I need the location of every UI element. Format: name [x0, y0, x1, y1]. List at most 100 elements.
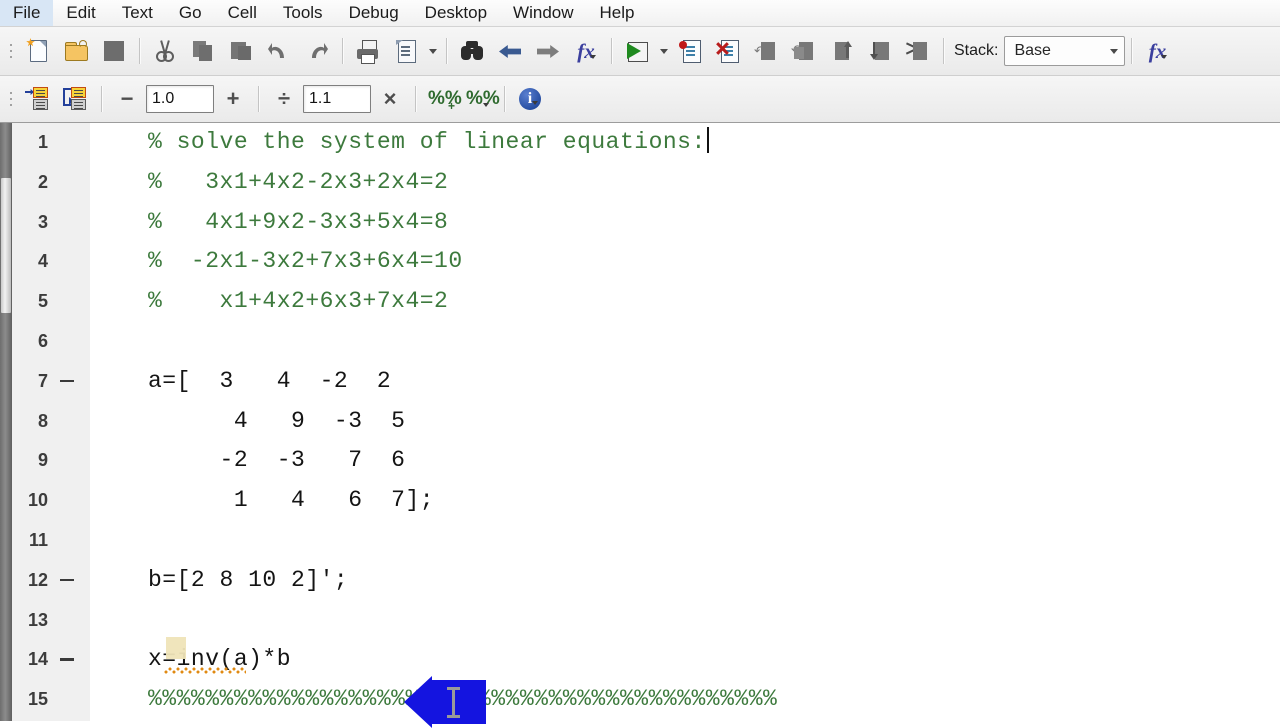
increment-value-button[interactable]: +	[214, 80, 252, 118]
cut-button[interactable]	[146, 32, 184, 70]
gutter-line: 2	[12, 163, 90, 203]
gutter-line: 8	[12, 402, 90, 442]
menu-item-cell[interactable]: Cell	[215, 0, 270, 26]
line-number: 4	[38, 242, 48, 282]
toolbar-separator	[504, 86, 505, 112]
menu-item-tools[interactable]: Tools	[270, 0, 336, 26]
cell-markup-menu-button[interactable]: %%	[460, 80, 498, 118]
menu-item-go[interactable]: Go	[166, 0, 215, 26]
insert-cell-divider-button[interactable]	[57, 80, 95, 118]
cell-help-icon: i	[519, 88, 541, 110]
save-icon	[101, 38, 127, 64]
cell-multiply-input[interactable]	[303, 85, 371, 113]
find-button[interactable]	[453, 32, 491, 70]
menu-item-edit[interactable]: Edit	[53, 0, 108, 26]
menu-item-help[interactable]: Help	[587, 0, 648, 26]
line-number: 6	[38, 322, 48, 362]
code-text-area[interactable]: % solve the system of linear equations:%…	[90, 123, 1280, 721]
plus-icon: +	[220, 86, 246, 112]
code-line[interactable]	[90, 521, 1280, 561]
function-browser-button[interactable]: fx	[567, 32, 605, 70]
function-hints-button[interactable]: fx	[1138, 32, 1176, 70]
new-file-button[interactable]	[19, 32, 57, 70]
code-line[interactable]: % 4x1+9x2-3x3+5x4=8	[90, 203, 1280, 243]
back-button[interactable]	[491, 32, 529, 70]
arrow-head-icon	[404, 676, 432, 728]
paste-button[interactable]	[222, 32, 260, 70]
code-line[interactable]: a=[ 3 4 -2 2	[90, 362, 1280, 402]
mlint-warning-underline	[164, 667, 246, 674]
code-line[interactable]: % -2x1-3x2+7x3+6x4=10	[90, 242, 1280, 282]
code-line[interactable]	[90, 601, 1280, 641]
code-line[interactable]: x=inv(a)*b	[90, 640, 1280, 680]
code-line[interactable]: % solve the system of linear equations:	[90, 123, 1280, 163]
continue-button[interactable]	[861, 32, 899, 70]
run-play-icon	[624, 38, 650, 64]
undo-arrow-icon	[266, 38, 292, 64]
code-line[interactable]: % 3x1+4x2-2x3+2x4=2	[90, 163, 1280, 203]
chevron-down-icon	[590, 55, 596, 59]
menu-item-text[interactable]: Text	[109, 0, 166, 26]
save-button[interactable]	[95, 32, 133, 70]
line-number: 1	[38, 123, 48, 163]
executable-line-marker[interactable]	[60, 579, 74, 582]
toolbar-drag-handle[interactable]	[5, 36, 16, 66]
print-preview-button[interactable]	[387, 32, 425, 70]
code-line[interactable]: 1 4 6 7];	[90, 481, 1280, 521]
code-line[interactable]	[90, 322, 1280, 362]
code-line[interactable]: b=[2 8 10 2]';	[90, 561, 1280, 601]
clear-breakpoints-button[interactable]	[709, 32, 747, 70]
divide-value-button[interactable]: ÷	[265, 80, 303, 118]
toolbar-separator	[101, 86, 102, 112]
menu-item-file[interactable]: File	[0, 0, 53, 26]
print-button[interactable]	[349, 32, 387, 70]
code-line-text: % -2x1-3x2+7x3+6x4=10	[148, 248, 463, 274]
undo-button[interactable]	[260, 32, 298, 70]
forward-button[interactable]	[529, 32, 567, 70]
insert-cell-markup-button[interactable]: %%+	[422, 80, 460, 118]
open-file-button[interactable]	[57, 32, 95, 70]
function-browser-fx-icon: fx	[573, 38, 599, 64]
cell-help-button[interactable]: i	[511, 80, 549, 118]
menu-item-debug[interactable]: Debug	[336, 0, 412, 26]
step-out-button[interactable]	[823, 32, 861, 70]
stack-select[interactable]: Base	[1004, 36, 1125, 66]
matlab-editor-window: File Edit Text Go Cell Tools Debug Deskt…	[0, 0, 1280, 720]
multiply-value-button[interactable]: ×	[371, 80, 409, 118]
menu-item-desktop[interactable]: Desktop	[412, 0, 500, 26]
print-preview-dropdown[interactable]	[425, 33, 440, 69]
executable-line-marker[interactable]	[60, 658, 74, 661]
cell-decrement-input[interactable]	[146, 85, 214, 113]
code-line[interactable]: 4 9 -3 5	[90, 402, 1280, 442]
insert-cell-divider-icon	[63, 86, 89, 112]
code-line[interactable]: %%%%%%%%%%%%%%%%%%%%%%%%%%%%%%%%%%%%%%%%…	[90, 680, 1280, 720]
line-number: 14	[28, 640, 48, 680]
chevron-down-icon	[1110, 49, 1118, 54]
gutter-line: 13	[12, 601, 90, 641]
line-number: 12	[28, 561, 48, 601]
set-breakpoint-button[interactable]	[671, 32, 709, 70]
step-in-button[interactable]: ↶	[785, 32, 823, 70]
code-line-text: -2 -3 7 6	[148, 447, 405, 473]
exit-debug-button[interactable]	[899, 32, 937, 70]
gutter-line: 3	[12, 203, 90, 243]
line-number: 3	[38, 203, 48, 243]
vertical-scrollbar[interactable]	[0, 123, 12, 721]
executable-line-marker[interactable]	[60, 380, 74, 383]
code-line[interactable]: % x1+4x2+6x3+7x4=2	[90, 282, 1280, 322]
step-in-icon: ↶	[791, 38, 817, 64]
copy-button[interactable]	[184, 32, 222, 70]
enable-cell-mode-button[interactable]	[19, 80, 57, 118]
toolbar-drag-handle[interactable]	[5, 84, 16, 114]
gutter-line: 14	[12, 640, 90, 680]
menu-item-window[interactable]: Window	[500, 0, 586, 26]
redo-button[interactable]	[298, 32, 336, 70]
run-options-dropdown[interactable]	[656, 33, 671, 69]
step-button[interactable]: ↶	[747, 32, 785, 70]
line-number: 13	[28, 601, 48, 641]
scrollbar-thumb[interactable]	[1, 178, 11, 313]
decrement-value-button[interactable]: −	[108, 80, 146, 118]
code-line[interactable]: -2 -3 7 6	[90, 441, 1280, 481]
code-editor: 123456789101112131415 % solve the system…	[0, 122, 1280, 721]
run-button[interactable]	[618, 32, 656, 70]
